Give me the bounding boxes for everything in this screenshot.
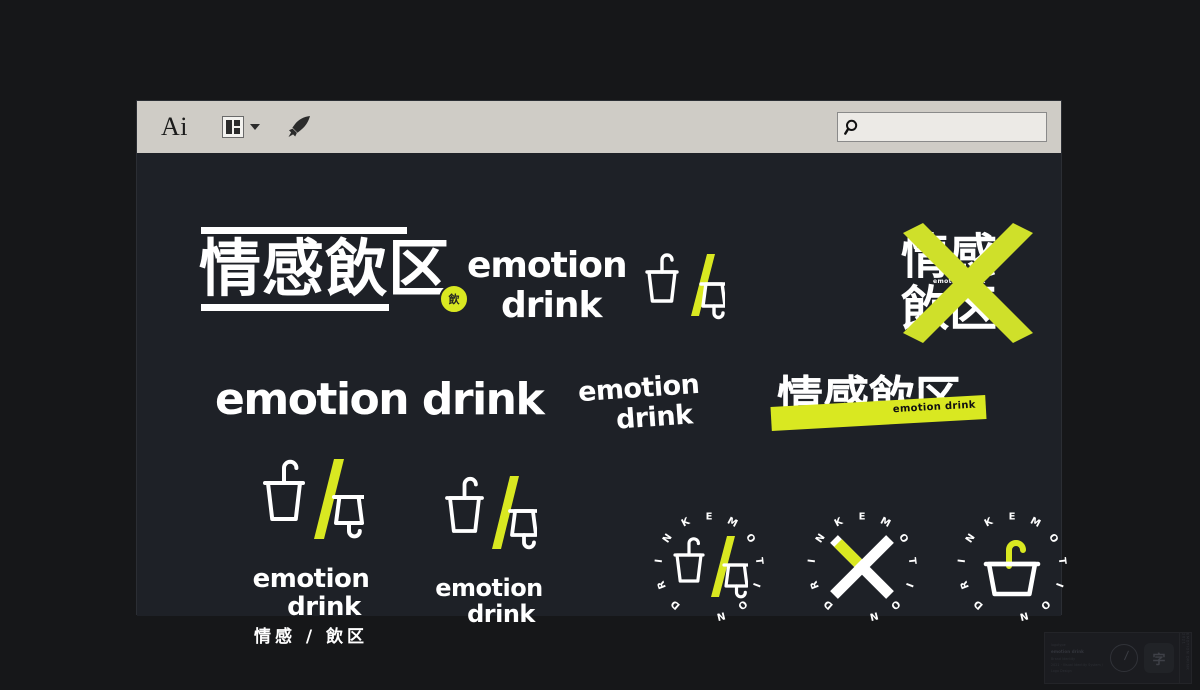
brand-seal-icon: 飲 xyxy=(439,284,470,314)
cup-slash-cup-icon xyxy=(445,476,539,550)
logo-cjk-text: 情感飲区 xyxy=(199,232,452,305)
app-toolbar: Ai xyxy=(137,101,1061,153)
wordmark-line-2: drink xyxy=(501,285,602,326)
dial-icon xyxy=(1110,644,1138,672)
cup-slash-cup-icon xyxy=(263,459,366,539)
wordmark-line-1: emotion xyxy=(467,245,628,286)
watermark-line-2: 2021 · Visual Identity System / Logo Des… xyxy=(1051,662,1103,673)
badge-ring-letter: E xyxy=(705,511,713,523)
badge-ring-letter: I xyxy=(902,581,915,589)
badge-ring-letter: K xyxy=(679,516,692,530)
badge-ring-letter: E xyxy=(858,511,866,523)
x-mark-icon xyxy=(830,535,894,599)
mark-line-2: drink xyxy=(467,600,535,628)
badge-ring-letter: M xyxy=(1028,515,1043,530)
rule-top xyxy=(201,227,407,234)
badge-ring-letter: K xyxy=(832,516,845,530)
badge-x[interactable]: EMOTIONDRINK xyxy=(800,505,924,629)
badge-ring-letter: T xyxy=(905,556,918,566)
badge-ring-letter: M xyxy=(725,515,740,530)
watermark-text-block: logotype emotion drink Brand Identity 20… xyxy=(1045,637,1110,679)
cup-slash-cup-icon xyxy=(644,253,725,320)
rule-bottom xyxy=(201,304,389,311)
artboard-canvas: 情感飲区 飲 emotion drink emotion drink emoti… xyxy=(137,153,1068,646)
badge-ring-letter: I xyxy=(806,558,819,564)
watermark-strip: EMOTION DRINK 2021 xyxy=(1179,633,1191,683)
mark-line-cjk: 情感 / 飲区 xyxy=(253,627,369,647)
app-logo-ai: Ai xyxy=(161,112,188,141)
wordmark-stacked-tilt[interactable]: emotion drink xyxy=(577,369,702,436)
badge-ring-letter: O xyxy=(1038,597,1052,612)
badge-ring-letter: E xyxy=(1008,511,1016,523)
watermark-strip-text: EMOTION DRINK 2021 xyxy=(1181,633,1190,671)
illustrator-window: Ai 情感飲区 飲 emotion drink emotion drink em… xyxy=(136,100,1068,646)
arrange-documents-button[interactable] xyxy=(222,116,260,138)
badge-ring-letter: I xyxy=(1052,581,1065,589)
badge-ring-letter: R xyxy=(958,579,972,591)
badge-cups[interactable]: EMOTIONDRINK xyxy=(647,505,771,629)
badge-ring-letter: N xyxy=(868,609,880,622)
badge-ring-letter: M xyxy=(878,515,893,530)
logo-cjk-band[interactable]: 情感飲区 emotion drink 情感飲区 xyxy=(770,375,997,437)
chevron-down-icon[interactable] xyxy=(250,124,260,130)
watermark-card: logotype emotion drink Brand Identity 20… xyxy=(1044,632,1192,684)
x-mark-overlay-icon xyxy=(903,223,1033,343)
badge-ring-letter: K xyxy=(982,516,995,530)
band-label: emotion drink xyxy=(892,399,977,416)
badge-ring-letter: N xyxy=(715,609,727,622)
wordmark-large[interactable]: emotion drink xyxy=(215,374,545,425)
logo-mark-full[interactable]: emotion drink 情感 / 飲区 xyxy=(221,453,401,646)
search-input[interactable] xyxy=(861,119,1040,135)
badge-cup-straw[interactable]: EMOTIONDRINK xyxy=(950,505,1074,629)
logo-cjk-stacked-x[interactable]: 情感 飲区 emotion drink xyxy=(887,215,1047,355)
mark-line-2: drink xyxy=(287,592,361,622)
badge-ring-letter: I xyxy=(956,558,969,564)
watermark-badge: 字 xyxy=(1144,643,1174,673)
cup-slash-cup-icon xyxy=(673,536,748,599)
layout-grid-icon xyxy=(222,116,244,138)
mark-line-1: emotion xyxy=(252,564,370,594)
cup-straw-icon xyxy=(983,540,1041,597)
logo-mark-latin[interactable]: emotion drink xyxy=(399,471,579,626)
search-field[interactable] xyxy=(837,112,1047,142)
logo-latin-cups[interactable]: emotion drink xyxy=(467,248,725,324)
tilt-line-2: drink xyxy=(615,399,694,436)
watermark-title: emotion drink xyxy=(1051,649,1084,655)
mark-line-1: emotion xyxy=(435,574,543,602)
search-icon xyxy=(844,119,858,135)
badge-ring-letter: R xyxy=(808,579,822,591)
wordmark: emotion drink xyxy=(467,245,628,326)
badge-ring-letter: T xyxy=(1055,556,1068,566)
rocket-icon[interactable] xyxy=(286,115,312,139)
badge-ring-letter: N xyxy=(1018,609,1030,622)
badge-ring-letter: R xyxy=(655,579,669,591)
wordmark-large-text: emotion drink xyxy=(215,374,545,425)
badge-ring-letter: I xyxy=(749,581,762,589)
logo-cjk-horizontal[interactable]: 情感飲区 飲 xyxy=(199,227,470,314)
badge-ring-letter: T xyxy=(752,556,765,566)
badge-ring-letter: I xyxy=(653,558,666,564)
